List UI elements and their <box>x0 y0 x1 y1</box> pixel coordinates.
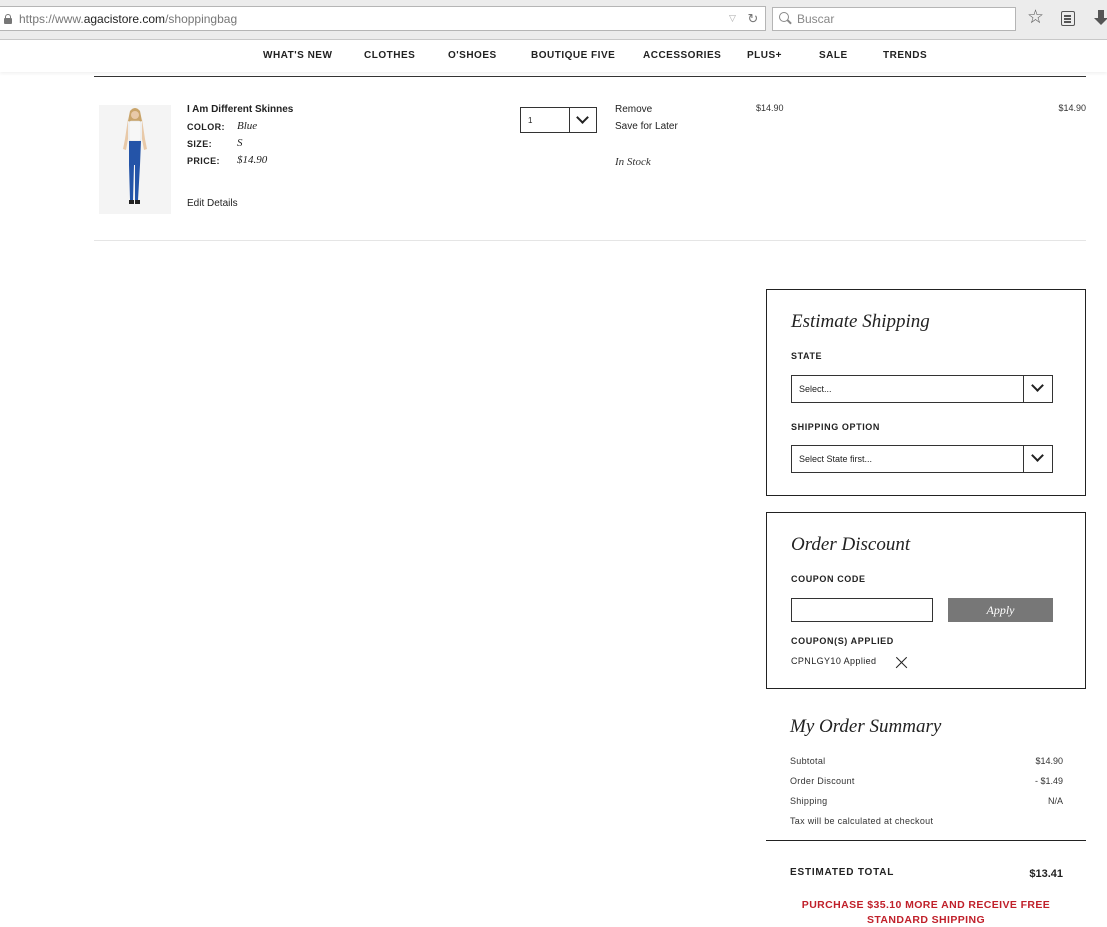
browser-search-input[interactable]: Buscar <box>772 7 1016 31</box>
reload-icon[interactable]: ↻ <box>745 11 761 27</box>
remove-link[interactable]: Remove <box>615 104 652 115</box>
estimate-shipping-panel: Estimate Shipping STATE Select... SHIPPI… <box>766 289 1086 496</box>
applied-coupon: CPNLGY10 Applied <box>791 656 877 666</box>
product-name[interactable]: I Am Different Skinnes <box>187 104 293 115</box>
nav-oshoes[interactable]: O'SHOES <box>448 50 497 61</box>
color-value: Blue <box>237 120 258 132</box>
size-label: SIZE: <box>187 139 213 149</box>
nav-clothes[interactable]: CLOTHES <box>364 50 415 61</box>
state-select-value: Select... <box>799 384 832 394</box>
nav-sale[interactable]: SALE <box>819 50 848 61</box>
summary-divider <box>766 840 1086 841</box>
subtotal-value: $14.90 <box>1035 756 1063 766</box>
order-discount-panel: Order Discount COUPON CODE Apply COUPON(… <box>766 512 1086 689</box>
estimated-total-label: ESTIMATED TOTAL <box>790 867 895 878</box>
site-nav: WHAT'S NEW CLOTHES O'SHOES BOUTIQUE FIVE… <box>0 40 1107 72</box>
url-text[interactable]: https://www.agacistore.com/shoppingbag <box>19 12 729 26</box>
tax-note: Tax will be calculated at checkout <box>790 816 934 826</box>
url-bar[interactable]: https://www.agacistore.com/shoppingbag ▽… <box>0 6 766 31</box>
browser-toolbar: https://www.agacistore.com/shoppingbag ▽… <box>0 0 1107 40</box>
save-for-later-link[interactable]: Save for Later <box>615 121 678 132</box>
order-discount-title: Order Discount <box>791 534 911 555</box>
nav-whats-new[interactable]: WHAT'S NEW <box>263 50 332 61</box>
edit-details-link[interactable]: Edit Details <box>187 198 238 209</box>
stock-status: In Stock <box>615 156 651 168</box>
line-total: $14.90 <box>1058 103 1086 113</box>
quantity-select-divider <box>569 108 570 132</box>
product-image[interactable] <box>99 105 171 214</box>
download-icon[interactable] <box>1094 10 1107 28</box>
bookmark-star-icon[interactable]: ☆ <box>1027 8 1044 28</box>
shipping-value: N/A <box>1047 796 1063 806</box>
search-icon <box>779 12 793 26</box>
chevron-down-icon <box>576 111 589 124</box>
state-label: STATE <box>791 351 823 361</box>
order-summary-title: My Order Summary <box>790 716 942 737</box>
lock-icon <box>3 13 13 24</box>
url-path: /shoppingbag <box>165 11 238 26</box>
item-divider <box>94 240 1086 241</box>
remove-coupon-icon[interactable] <box>894 656 908 670</box>
shipping-option-select[interactable]: Select State first... <box>791 445 1053 473</box>
coupons-applied-label: COUPON(S) APPLIED <box>791 636 894 646</box>
unit-price: $14.90 <box>756 103 784 113</box>
shipping-label: Shipping <box>790 796 828 806</box>
subtotal-label: Subtotal <box>790 756 826 766</box>
estimate-shipping-title: Estimate Shipping <box>791 311 930 332</box>
price-label: PRICE: <box>187 156 220 166</box>
state-select[interactable]: Select... <box>791 375 1053 403</box>
url-prefix: https://www. <box>19 11 84 26</box>
chevron-down-icon <box>1031 379 1044 392</box>
estimated-total-value: $13.41 <box>1029 868 1063 880</box>
quantity-select[interactable]: 1 <box>520 107 597 133</box>
size-value: S <box>237 137 243 149</box>
order-discount-value: - $1.49 <box>1034 776 1063 786</box>
triangle-down-icon[interactable]: ▽ <box>729 13 741 24</box>
url-domain: agacistore.com <box>83 11 166 26</box>
chevron-down-icon <box>1031 449 1044 462</box>
reading-list-icon[interactable] <box>1061 11 1075 26</box>
free-shipping-promo: PURCHASE $35.10 MORE AND RECEIVE FREE ST… <box>801 899 1051 926</box>
shipping-option-label: SHIPPING OPTION <box>791 422 881 432</box>
cart-header-divider <box>94 76 1086 77</box>
nav-trends[interactable]: TRENDS <box>883 50 927 61</box>
nav-accessories[interactable]: ACCESSORIES <box>643 50 721 61</box>
order-discount-label: Order Discount <box>790 776 855 786</box>
search-placeholder: Buscar <box>797 12 835 26</box>
nav-boutique-five[interactable]: BOUTIQUE FIVE <box>531 50 615 61</box>
nav-plus[interactable]: PLUS+ <box>747 50 782 61</box>
color-label: COLOR: <box>187 122 225 132</box>
state-select-divider <box>1023 376 1024 402</box>
quantity-value: 1 <box>528 116 533 125</box>
coupon-code-input[interactable] <box>791 598 933 622</box>
coupon-code-label: COUPON CODE <box>791 574 866 584</box>
apply-coupon-button[interactable]: Apply <box>948 598 1053 622</box>
shipping-option-divider <box>1023 446 1024 472</box>
shipping-option-value: Select State first... <box>799 454 873 464</box>
price-value: $14.90 <box>237 154 268 166</box>
